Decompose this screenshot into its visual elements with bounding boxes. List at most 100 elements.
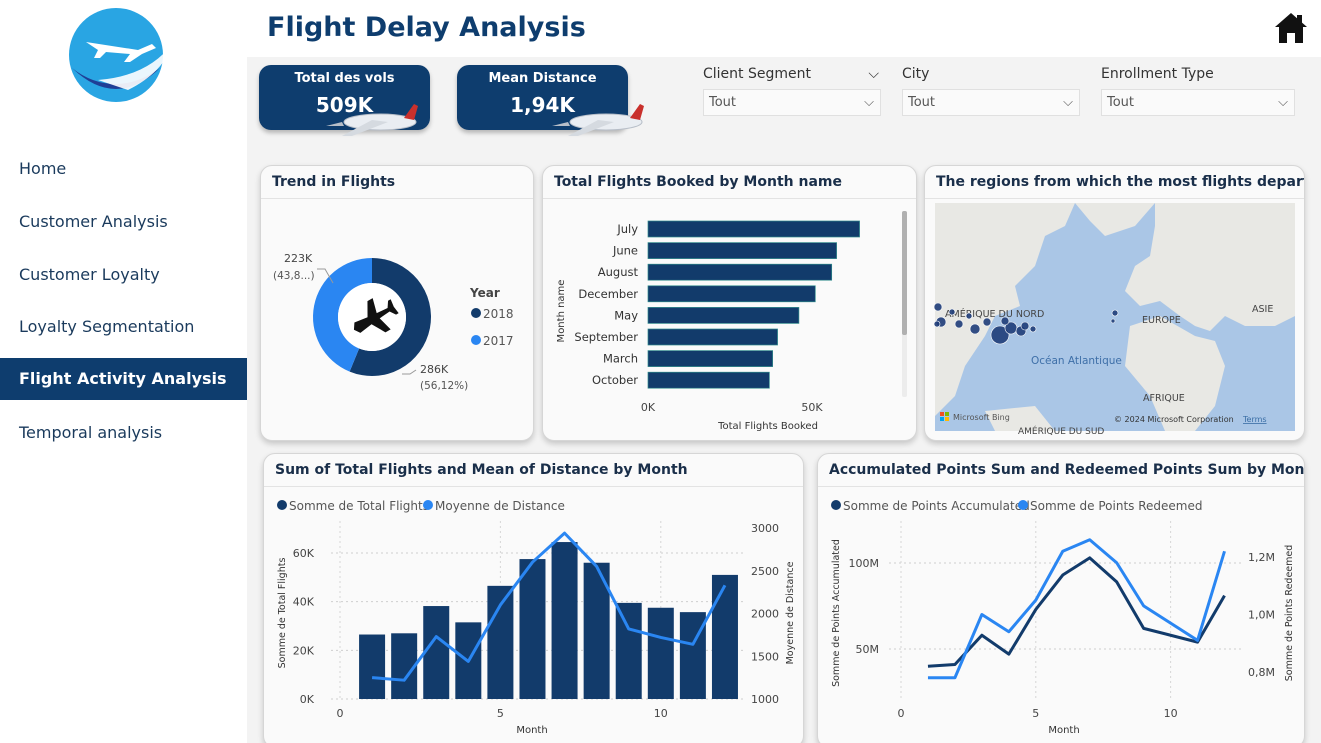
legend-label: Moyenne de Distance [435,499,565,513]
map-copyright: © 2024 Microsoft Corporation [1114,415,1234,424]
y-tick-left: 20K [293,644,315,657]
legend-label: Somme de Points Accumulated [843,499,1030,513]
donut-leader [402,369,417,375]
map-bubble [1111,309,1119,317]
trend-in-flights-card: Trend in Flights 223K (43,8...) 286K (56,12… [260,165,534,441]
bar-month-7 [551,542,578,699]
map-bubble [948,308,956,316]
bar-july [647,220,860,238]
chevron-down-icon[interactable]: ⌵ [868,62,879,86]
map-bubble [1029,325,1037,333]
enrollment-type-dropdown[interactable]: Tout ⌵ [1101,89,1295,116]
sidebar-item-loyalty-segmentation[interactable]: Loyalty Segmentation [0,306,247,348]
combo-chart[interactable]: 0K 20K 40K 60K 1000 1500 2000 2500 3000 0 5 10 Somme… [264,454,804,743]
x-tick: 5 [1032,707,1039,720]
y-tick-right: 0,8M [1248,666,1275,679]
donut-label: (56,12%) [420,380,468,392]
chevron-down-icon: ⌵ [864,95,874,110]
sidebar-item-flight-activity-analysis[interactable]: Flight Activity Analysis [0,358,247,400]
bar-month-12 [711,574,738,699]
enrollment-type-filter: Enrollment Type Tout ⌵ [1101,62,1295,116]
bar-month-9 [615,602,642,699]
filter-label: Enrollment Type [1101,66,1214,82]
x-tick: 0 [898,707,905,720]
map-terms-link[interactable]: Terms [1242,415,1267,424]
y-tick-right: 1000 [751,693,779,706]
client-segment-filter: Client Segment ⌵ Tout ⌵ [703,62,881,116]
bar-label: September [574,330,638,344]
x-tick: 0 [337,707,344,720]
y-tick-left: 0K [300,693,315,706]
legend-marker [423,500,433,510]
map-label-europe: EUROPE [1142,315,1181,326]
legend-marker [1018,500,1028,510]
kpi-label: Total des vols [294,71,395,86]
chevron-down-icon: ⌵ [1063,95,1073,110]
world-map[interactable]: AMÉRIQUE DU NORD EUROPE ASIE Océan Atlan… [925,166,1305,441]
sidebar-item-home[interactable]: Home [0,148,247,190]
points-chart[interactable]: 50M 100M 0,8M 1,0M 1,2M 0 5 10 Somme de Points A… [818,454,1305,743]
redeemed-line [927,538,1226,680]
flights-distance-card: Sum of Total Flights and Mean of Distanc… [263,453,804,743]
bar-december [647,285,816,303]
bar-label: December [578,287,638,301]
y-tick-right: 1,2M [1248,551,1275,564]
bar-may [647,307,800,324]
airplane-icon [326,104,418,136]
city-dropdown[interactable]: Tout ⌵ [902,89,1080,116]
donut-label: 223K [284,252,313,265]
flights-by-month-card: Total Flights Booked by Month name July J… [542,165,917,441]
regions-map-card: The regions from which the most flights … [924,165,1305,441]
x-axis-label: Month [516,725,547,736]
map-label-north-america: AMÉRIQUE DU NORD [945,308,1044,320]
donut-label: 286K [420,363,449,376]
bar-september [647,328,778,346]
x-tick: 50K [801,401,823,414]
x-tick: 0K [641,401,656,414]
sidebar-item-customer-loyalty[interactable]: Customer Loyalty [0,254,247,296]
y-tick-right: 3000 [751,522,779,535]
sidebar-item-temporal-analysis[interactable]: Temporal analysis [0,412,247,454]
y-axis-label-right: Moyenne de Distance [785,561,796,664]
bar-month-1 [359,634,386,699]
bar-label: May [614,308,638,322]
y-tick-right: 2500 [751,565,779,578]
points-card: Accumulated Points Sum and Redeemed Poin… [817,453,1305,743]
y-tick-right: 1,0M [1248,609,1275,622]
bar-month-3 [423,606,450,699]
home-icon[interactable] [1273,10,1309,46]
map-bubble [982,317,992,327]
legend-marker-2017 [471,335,481,345]
filter-value: Tout [709,95,737,110]
legend-label-2018: 2018 [483,307,514,321]
legend-marker [831,500,841,510]
legend-title: Year [469,286,500,300]
bar-label: August [598,265,639,279]
bar-march [647,350,773,367]
map-label-asia: ASIE [1252,304,1273,315]
donut-chart[interactable]: 223K (43,8...) 286K (56,12%) Year 2018 2017 [261,166,534,441]
y-axis-label-left: Somme de Total Flights [277,558,288,669]
y-tick-left: 50M [856,643,880,656]
airline-logo [69,8,172,102]
sidebar-item-customer-analysis[interactable]: Customer Analysis [0,201,247,243]
bar-october [647,371,770,389]
bar-month-6 [519,559,546,699]
map-label-south-america: AMÉRIQUE DU SUD [1018,425,1104,437]
accumulated-line [927,556,1226,668]
y-tick-left: 40K [293,596,315,609]
kpi-label: Mean Distance [488,71,597,86]
map-bubble [954,319,964,329]
map-bubble [1000,316,1010,326]
client-segment-dropdown[interactable]: Tout ⌵ [703,89,881,116]
y-tick-left: 100M [849,557,880,570]
donut-label: (43,8...) [273,270,315,282]
airplane-icon [552,104,644,136]
x-axis-label: Month [1048,725,1079,736]
legend-marker-2018 [471,308,481,318]
hbar-chart[interactable]: July June August December May September March O… [543,166,917,441]
page-title: Flight Delay Analysis [267,12,586,43]
legend-label: Somme de Points Redeemed [1030,499,1202,513]
map-label-ocean: Océan Atlantique [1031,355,1122,367]
map-bubble [933,320,941,328]
